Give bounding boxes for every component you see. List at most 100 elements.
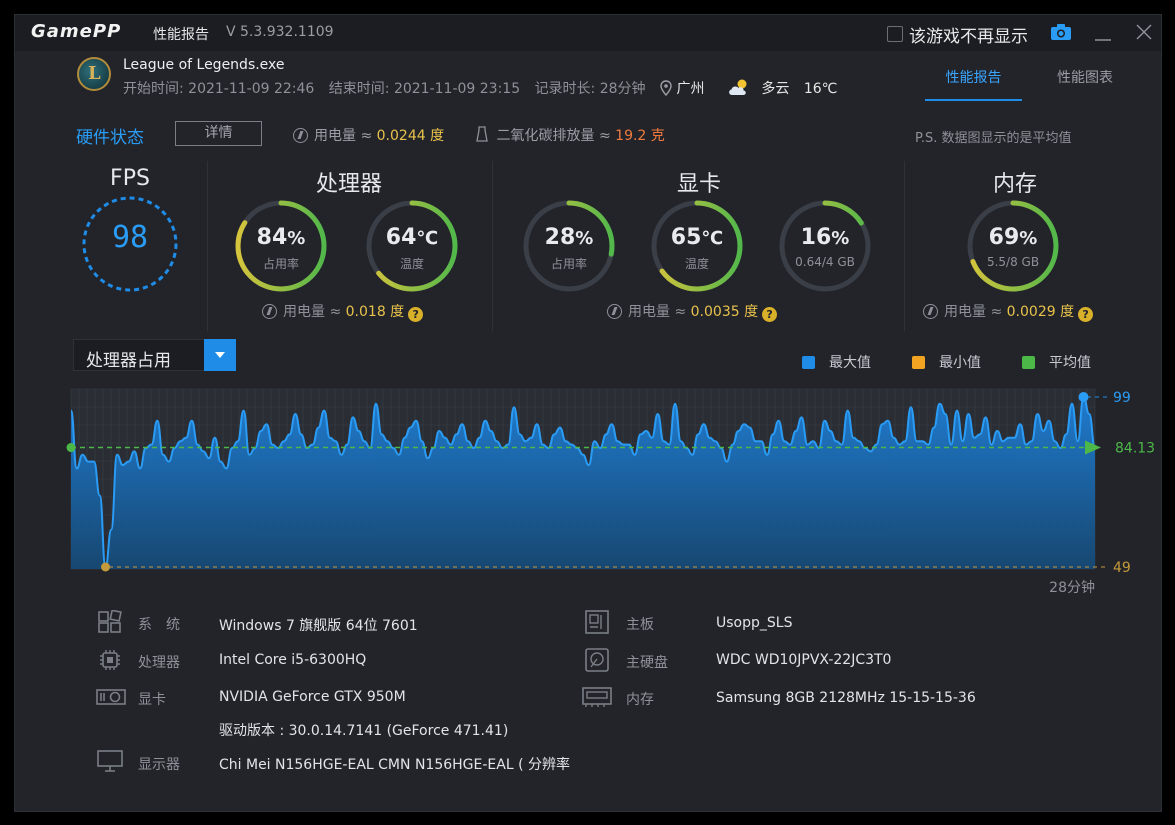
total-power-value: 0.0244 度 [376,128,445,144]
help-icon[interactable]: ? [1078,307,1094,322]
co2-value: 19.2 克 [615,128,665,144]
gpu-icon [96,689,126,705]
detail-button[interactable]: 详情 [175,121,262,146]
fps-value: 98 [111,220,149,255]
app-logo: GamePP [31,21,122,42]
total-power: 用电量 ≈ 0.0244 度 二氧化碳排放量 ≈ 19.2 克 [293,125,665,145]
title-bar: GamePP 性能报告 V 5.3.932.1109 该游戏不再显示 [15,15,1161,51]
motherboard-label: 主板 [626,617,654,633]
cpu-usage-chart: 99 84.13 49 28分钟 [66,388,1155,596]
cpu-icon [100,650,120,670]
monitor-label: 显示器 [138,757,180,773]
memory-usage-label: 5.5/8 GB [986,255,1040,269]
legend-max: 最大值 [802,352,871,372]
max-value-label: 99 [1113,390,1131,406]
divider [904,161,905,331]
version-label: V 5.3.932.1109 [226,24,334,40]
fps-title: FPS [110,166,150,191]
cpu-label: 处理器 [138,655,180,671]
gpu-value: NVIDIA GeForce GTX 950M [219,689,406,705]
gpu-vram-label: 0.64/4 GB [795,255,855,269]
monitor-value: Chi Mei N156HGE-EAL CMN N156HGE-EAL ( 分辨… [219,757,570,773]
os-value: Windows 7 旗舰版 64位 7601 [219,618,418,634]
x-end-label: 28分钟 [1049,579,1095,596]
max-point [1078,392,1089,402]
power-icon [607,304,622,319]
cloudy-weather-icon [729,79,747,95]
tab-performance-report[interactable]: 性能报告 [925,67,1022,101]
cpu-usage-value: 84% [256,225,306,250]
cpu-power: 用电量 ≈ 0.018 度? [262,301,424,322]
divider [207,161,208,331]
cpu-value: Intel Core i5-6300HQ [219,652,367,668]
memory-power: 用电量 ≈ 0.0029 度? [923,301,1094,322]
gpu-label: 显卡 [138,692,166,708]
session-meta: 开始时间: 2021-11-09 22:46 结束时间: 2021-11-09 … [123,78,847,98]
harddisk-label: 主硬盘 [626,655,668,671]
memory-usage-gauge: 69% 5.5/8 GB [966,199,1060,293]
co2-icon [475,126,488,142]
game-icon: L [77,57,111,91]
help-icon[interactable]: ? [762,307,778,322]
gpu-title: 显卡 [676,172,721,197]
monitor-icon [97,750,123,772]
chart-note: P.S. 数据图显示的是平均值 [915,131,1072,146]
legend-swatch [1022,356,1035,369]
city: 广州 [676,81,705,97]
dont-show-label[interactable]: 该游戏不再显示 [909,22,1028,47]
ram-label: 内存 [626,692,654,708]
start-time: 开始时间: 2021-11-09 22:46 [123,81,315,97]
cpu-title: 处理器 [315,172,382,197]
dont-show-checkbox[interactable] [887,26,903,42]
power-icon [262,304,277,319]
legend-avg: 平均值 [1022,352,1091,372]
motherboard-value: Usopp_SLS [716,615,793,631]
average-start-dot [66,443,76,453]
temperature: 16℃ [803,81,838,97]
location-icon [660,80,672,96]
gpu-usage-label: 占用率 [550,257,587,271]
cpu-temp-gauge: 64℃ 温度 [365,199,459,293]
legend-swatch [912,356,925,369]
help-icon[interactable]: ? [408,307,424,322]
cpu-temp-label: 温度 [399,257,424,271]
gpu-temp-label: 温度 [684,257,709,271]
divider [492,161,493,331]
cpu-usage-gauge: 84% 占用率 [234,199,328,293]
chart-metric-select[interactable]: 处理器占用 [73,339,236,371]
min-point [101,562,111,572]
gpu-usage-gauge: 28% 占用率 [522,199,616,293]
windows-icon [98,610,122,633]
power-icon [923,304,938,319]
min-value-label: 49 [1113,560,1131,576]
harddisk-value: WDC WD10JPVX-22JC3T0 [716,652,892,668]
gpu-vram-gauge: 16% 0.64/4 GB [778,199,872,293]
cpu-usage-label: 占用率 [262,257,299,271]
gpu-power: 用电量 ≈ 0.0035 度? [607,301,778,322]
memory-title: 内存 [992,172,1037,197]
cpu-temp-value: 64℃ [385,225,439,250]
harddisk-icon [585,648,609,672]
chevron-down-icon[interactable] [204,339,236,371]
window-title: 性能报告 [153,27,209,43]
hardware-status-title: 硬件状态 [76,128,144,148]
gpu-vram-value: 16% [800,225,850,250]
minimize-icon[interactable] [1093,23,1113,43]
legend-swatch [802,356,815,369]
close-icon[interactable] [1133,21,1155,43]
gpu-usage-value: 28% [544,225,594,250]
duration: 记录时长: 28分钟 [534,81,646,97]
average-value-label: 84.13 [1115,441,1155,457]
ram-value: Samsung 8GB 2128MHz 15-15-15-36 [716,690,976,706]
game-exe-name: League of Legends.exe [123,57,285,73]
camera-icon[interactable] [1051,24,1071,40]
driver-version: 驱动版本 : 30.0.14.7141 (GeForce 471.41) [219,723,509,739]
app-window: GamePP 性能报告 V 5.3.932.1109 该游戏不再显示 L Lea… [14,14,1162,812]
power-icon [293,128,308,143]
fps-gauge: 98 [80,194,180,294]
os-label: 系 统 [138,617,180,633]
memory-usage-value: 69% [988,225,1038,250]
chart-metric-value: 处理器占用 [86,351,171,371]
tab-performance-chart[interactable]: 性能图表 [1045,67,1125,87]
gpu-temp-gauge: 65℃ 温度 [650,199,744,293]
